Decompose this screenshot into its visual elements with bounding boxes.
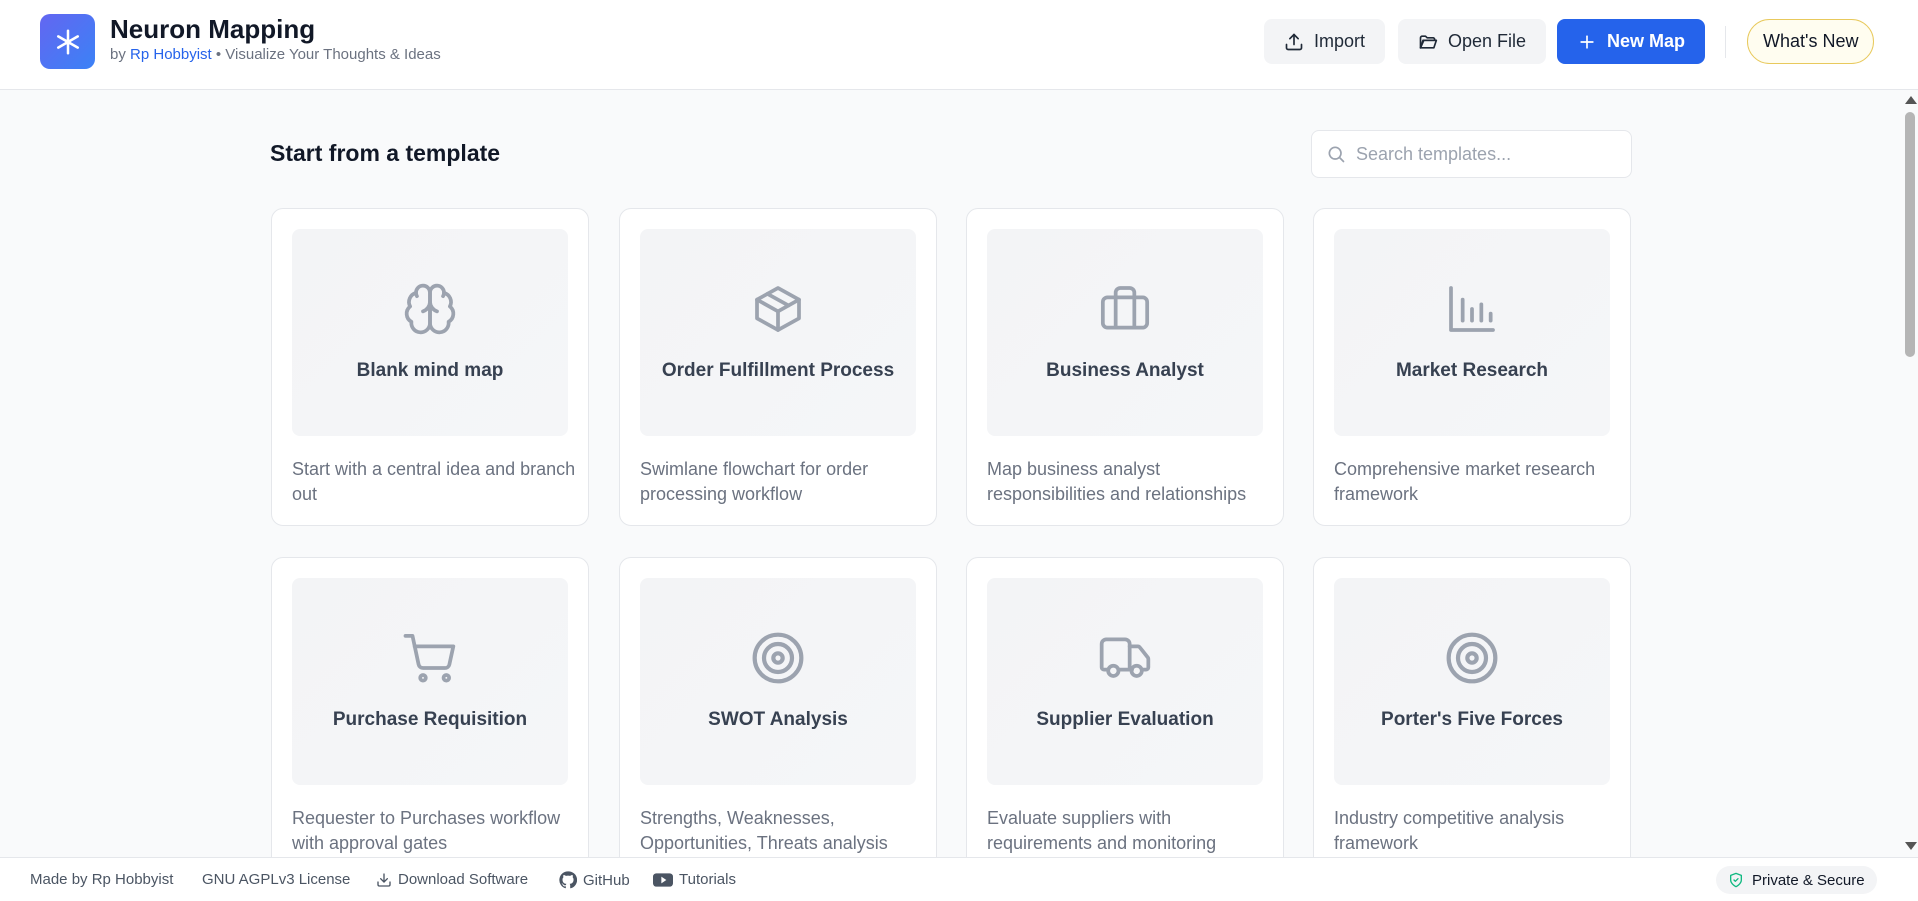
template-name: Market Research: [1395, 360, 1549, 381]
template-card[interactable]: Purchase Requisition Requester to Purcha…: [271, 557, 589, 875]
package-icon: [750, 281, 806, 337]
template-preview: Market Research: [1334, 229, 1610, 436]
download-label: Download Software: [398, 871, 529, 888]
template-name: Purchase Requisition: [332, 709, 528, 730]
open-file-button[interactable]: Open File: [1398, 19, 1547, 64]
template-card[interactable]: SWOT Analysis Strengths, Weaknesses, Opp…: [619, 557, 937, 875]
app-header: Neuron Mapping by Rp Hobbyist • Visualiz…: [0, 0, 1918, 90]
search-icon: [1328, 146, 1345, 163]
template-preview: Order Fulfillment Process: [640, 229, 916, 436]
upload-icon: [1285, 33, 1303, 50]
template-description: Comprehensive market research framework: [1334, 459, 1596, 504]
template-description: Start with a central idea and branch out: [292, 459, 576, 504]
template-description: Evaluate suppliers with requirements and…: [987, 808, 1217, 853]
tagline: • Visualize Your Thoughts & Ideas: [211, 46, 441, 63]
template-name: Blank mind map: [356, 360, 504, 381]
new-map-button[interactable]: New Map: [1557, 19, 1706, 64]
template-name: SWOT Analysis: [708, 709, 848, 730]
template-preview: SWOT Analysis: [640, 578, 916, 785]
sparkle-icon: [56, 29, 79, 54]
template-preview: Purchase Requisition: [292, 578, 568, 785]
scroll-up-arrow-icon[interactable]: [1905, 96, 1917, 104]
template-preview: Blank mind map: [292, 229, 568, 436]
template-card[interactable]: Business Analyst Map business analyst re…: [966, 208, 1284, 526]
template-name: Supplier Evaluation: [1036, 709, 1214, 730]
github-label: GitHub: [583, 871, 630, 889]
template-name: Business Analyst: [1046, 360, 1204, 381]
briefcase-icon: [1097, 281, 1153, 337]
template-name: Porter's Five Forces: [1381, 709, 1563, 730]
whats-new-label: What's New: [1763, 31, 1859, 51]
template-name: Order Fulfillment Process: [661, 360, 895, 381]
shopping-cart-icon: [402, 630, 458, 686]
target-icon: [750, 630, 806, 686]
license-label: GNU AGPLv3 License: [202, 871, 351, 888]
by-label: by: [110, 46, 126, 63]
plus-icon: [1580, 34, 1594, 49]
open-file-label: Open File: [1448, 31, 1527, 51]
template-card[interactable]: Blank mind map Start with a central idea…: [271, 208, 589, 526]
page-scrollbar[interactable]: [1902, 90, 1918, 857]
header-divider: [1725, 26, 1726, 58]
import-label: Import: [1314, 31, 1366, 51]
template-search: [1311, 130, 1632, 178]
template-preview: Business Analyst: [987, 229, 1263, 436]
download-software-link[interactable]: Download Software: [376, 871, 528, 888]
import-button[interactable]: Import: [1264, 19, 1386, 64]
template-card[interactable]: Supplier Evaluation Evaluate suppliers w…: [966, 557, 1284, 875]
app-logo: [40, 14, 95, 69]
privacy-badge: Private & Secure: [1716, 866, 1877, 894]
app-subtitle: by Rp Hobbyist • Visualize Your Thoughts…: [110, 46, 441, 63]
made-by-label: Made by Rp Hobbyist: [30, 871, 174, 888]
new-map-label: New Map: [1607, 31, 1686, 51]
tutorials-link[interactable]: Tutorials: [653, 871, 736, 888]
app-title: Neuron Mapping: [110, 14, 316, 44]
made-by-link[interactable]: Made by Rp Hobbyist: [30, 871, 173, 888]
app-footer: Made by Rp Hobbyist GNU AGPLv3 License D…: [0, 857, 1918, 901]
template-description: Strengths, Weaknesses, Opportunities, Th…: [640, 808, 888, 853]
scroll-down-arrow-icon[interactable]: [1905, 842, 1917, 850]
template-preview: Porter's Five Forces: [1334, 578, 1610, 785]
youtube-icon: [653, 872, 673, 887]
template-description: Swimlane flowchart for order processing …: [640, 459, 869, 504]
template-card[interactable]: Order Fulfillment Process Swimlane flowc…: [619, 208, 937, 526]
tutorials-label: Tutorials: [679, 871, 736, 888]
search-input[interactable]: [1356, 143, 1616, 165]
template-description: Industry competitive analysis framework: [1334, 808, 1565, 853]
template-description: Map business analyst responsibilities an…: [987, 459, 1247, 504]
secure-label: Private & Secure: [1752, 871, 1865, 889]
template-description: Requester to Purchases workflow with app…: [292, 808, 561, 853]
target-icon: [1444, 630, 1500, 686]
bar-chart-icon: [1444, 281, 1500, 337]
github-icon: [559, 871, 577, 889]
whats-new-button[interactable]: What's New: [1747, 19, 1875, 64]
scrollbar-thumb[interactable]: [1905, 112, 1915, 357]
author-link[interactable]: Rp Hobbyist: [130, 46, 212, 63]
template-card[interactable]: Market Research Comprehensive market res…: [1313, 208, 1631, 526]
truck-icon: [1097, 630, 1153, 686]
github-link[interactable]: GitHub: [559, 871, 630, 889]
section-title: Start from a template: [270, 140, 501, 166]
folder-open-icon: [1419, 34, 1438, 49]
shield-check-icon: [1730, 872, 1742, 888]
brain-icon: [402, 281, 458, 337]
download-icon: [377, 872, 391, 887]
license-link[interactable]: GNU AGPLv3 License: [202, 871, 350, 888]
template-preview: Supplier Evaluation: [987, 578, 1263, 785]
template-card[interactable]: Porter's Five Forces Industry competitiv…: [1313, 557, 1631, 875]
